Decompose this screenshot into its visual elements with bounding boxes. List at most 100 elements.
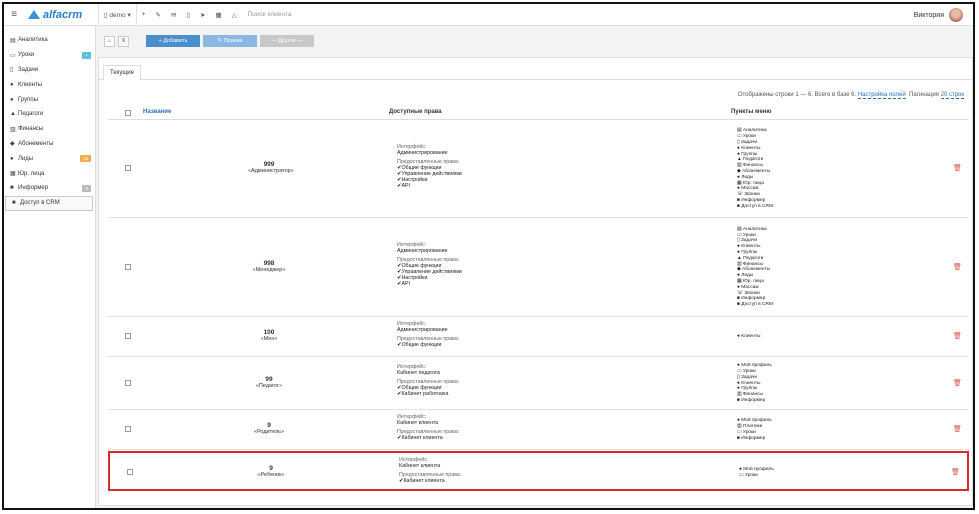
table-info: Отображены строки 1 — 6. Всего в базе 6.… — [737, 92, 964, 99]
menu-item: ◆ Абонементы — [737, 168, 771, 174]
phone-icon[interactable]: ▯ — [181, 11, 195, 19]
role-title: «Администратор» — [248, 168, 294, 174]
role-name: 9 «Ребенок» — [250, 465, 292, 478]
user-menu[interactable]: Виктория — [914, 8, 963, 22]
role-code: 9 — [269, 465, 273, 472]
row-checkbox[interactable] — [125, 426, 131, 432]
home-icon[interactable]: ⌂ — [104, 35, 115, 47]
table-row[interactable]: 999 «Администратор» Интерфейс: Администриро… — [108, 120, 969, 218]
search-input[interactable]: Поиск клиента — [248, 11, 292, 18]
trash-icon[interactable]: 🗑 — [953, 426, 962, 433]
trash-icon[interactable]: 🗑 — [951, 469, 960, 476]
row-checkbox[interactable] — [125, 263, 131, 270]
add-button[interactable]: + Добавить — [146, 35, 200, 47]
interface-value: Администрирование — [397, 149, 448, 156]
field-settings-link[interactable]: Настройка полей — [857, 92, 906, 99]
row-checkbox[interactable] — [125, 165, 131, 171]
user-name: Виктория — [913, 11, 944, 19]
bell-icon[interactable]: △ — [227, 11, 242, 19]
logo-mark-icon — [28, 10, 40, 19]
role-name: 998 «Менеджер» — [248, 260, 290, 273]
rights-cell: Интерфейс: Кабинет клиента Предоставленные… — [397, 414, 459, 441]
cart-icon[interactable]: ▦ — [210, 11, 226, 19]
logo-text: alfacrm — [43, 8, 83, 21]
row-checkbox[interactable] — [127, 469, 133, 475]
select-all-checkbox[interactable] — [125, 110, 131, 116]
sidebar-item[interactable]: ▤ Аналитика — [4, 33, 95, 48]
interface-value: Кабинет педагога — [397, 370, 440, 376]
menu-item: ■ Информер — [737, 397, 766, 403]
sidebar-item-label: Аналитика — [18, 37, 48, 44]
sidebar: ▤ Аналитика ▭ Уроки + ▯ Задачи ● Клиенты ● Группы ▲… — [4, 26, 96, 508]
logo[interactable]: alfacrm — [28, 9, 98, 21]
send-icon[interactable]: ➤ — [195, 11, 210, 19]
sidebar-item[interactable]: ▯ Задачи — [4, 63, 95, 78]
trash-icon[interactable]: 🗑 — [953, 264, 962, 271]
users-icon: ● — [10, 96, 14, 103]
menu-item: ■ Доступ в CRM — [737, 302, 773, 308]
table-row[interactable]: 9 «Ребенок» Интерфейс: Кабинет клиента Предо… — [108, 451, 969, 491]
mail-icon[interactable]: ✉ — [166, 11, 181, 19]
table-row[interactable]: 9 «Родитель» Интерфейс: Кабинет клиента Пред… — [108, 410, 969, 450]
granted-label: Предоставленные права: — [397, 428, 460, 435]
calendar-icon: ▭ — [10, 52, 16, 59]
menu-icon[interactable]: ≡ — [4, 9, 24, 20]
sidebar-item[interactable]: ◆ Абонементы — [4, 137, 95, 152]
sidebar-item[interactable]: ● Клиенты — [4, 77, 95, 92]
rights-cell: Интерфейс: Кабинет педагога Предоставленны… — [397, 364, 459, 397]
role-title: «Менеджер» — [252, 266, 286, 273]
menu-items-cell: ● Мой профиль ▭ Уроки ▯ Задачи ● Клиенты ● Г… — [737, 363, 772, 404]
sidebar-item[interactable]: ● Лиды 16 — [4, 151, 95, 166]
company-selector[interactable]: ▯ demo ▾ — [99, 11, 136, 19]
sidebar-item-label: Информер — [18, 185, 49, 192]
sidebar-item-label: Доступ в CRM — [20, 200, 60, 207]
trash-icon[interactable]: 🗑 — [953, 165, 962, 172]
chart-icon: ▤ — [10, 37, 16, 44]
close-icon[interactable]: X — [118, 35, 129, 47]
plus-icon[interactable]: + — [137, 11, 151, 18]
sidebar-item-label: Группы — [18, 96, 38, 103]
role-name: 100 «Мен» — [248, 329, 290, 342]
table-row[interactable]: 99 «Педагог» Интерфейс: Кабинет педагога Пре… — [108, 357, 969, 410]
role-name: 99 «Педагог» — [248, 376, 290, 389]
row-checkbox[interactable] — [125, 379, 131, 386]
money-icon: ▥ — [10, 126, 16, 133]
interface-value: Кабинет клиента — [399, 462, 441, 469]
roles-panel: Текущие Отображены строки 1 — 6. Всего в… — [98, 57, 973, 506]
table-row[interactable]: 998 «Менеджер» Интерфейс: Администрирование… — [108, 218, 969, 317]
sidebar-item[interactable]: ▥ Финансы — [4, 122, 95, 137]
wrench-icon[interactable]: ✎ — [151, 11, 166, 19]
edit-button[interactable]: ✎ Правка — [203, 35, 257, 47]
sidebar-item[interactable]: ■ Доступ в CRM — [5, 195, 93, 211]
interface-value: Кабинет клиента — [397, 419, 439, 426]
action-bar: ⌂ X + Добавить ✎ Правка — Другое — — [97, 26, 973, 56]
granted-label: Предоставленные права: — [397, 158, 460, 165]
other-dropdown[interactable]: — Другое — — [260, 35, 314, 47]
sidebar-item[interactable]: ▲ Педагоги — [4, 107, 95, 122]
role-name: 999 «Администратор» — [248, 161, 294, 174]
sidebar-item-label: Юр. лица — [18, 170, 45, 177]
sidebar-item[interactable]: ▭ Уроки + — [4, 48, 95, 63]
clipboard-icon: ▯ — [10, 67, 14, 74]
column-name-header[interactable]: Название — [143, 109, 171, 115]
pagination-select[interactable]: 20 строк — [940, 92, 964, 99]
interface-value: Администрирование — [397, 326, 448, 333]
row-checkbox[interactable] — [125, 333, 131, 339]
role-title: «Мен» — [260, 336, 278, 342]
tag-icon: ◆ — [10, 141, 15, 148]
trash-icon[interactable]: 🗑 — [953, 380, 962, 387]
sidebar-item[interactable]: ▦ Юр. лица — [4, 166, 95, 181]
menu-item: ● Клиенты — [737, 334, 761, 340]
granted-label: Предоставленные права: — [397, 335, 460, 342]
sidebar-item-label: Финансы — [18, 126, 44, 133]
column-menu-header: Пункты меню — [731, 109, 772, 115]
trash-icon[interactable]: 🗑 — [953, 333, 962, 340]
sidebar-item-label: Педагоги — [18, 111, 44, 118]
menu-item: ▭ Уроки — [739, 472, 758, 478]
right-item: ✔API — [397, 281, 410, 287]
table-count: Отображены строки 1 — 6. Всего в базе 6. — [737, 92, 857, 98]
sidebar-item[interactable]: ■ Информер 0 — [4, 181, 95, 196]
sidebar-item[interactable]: ● Группы — [4, 92, 95, 107]
tab-current[interactable]: Текущие — [103, 65, 141, 80]
table-row[interactable]: 100 «Мен» Интерфейс: Администрирование Предо… — [108, 317, 969, 357]
